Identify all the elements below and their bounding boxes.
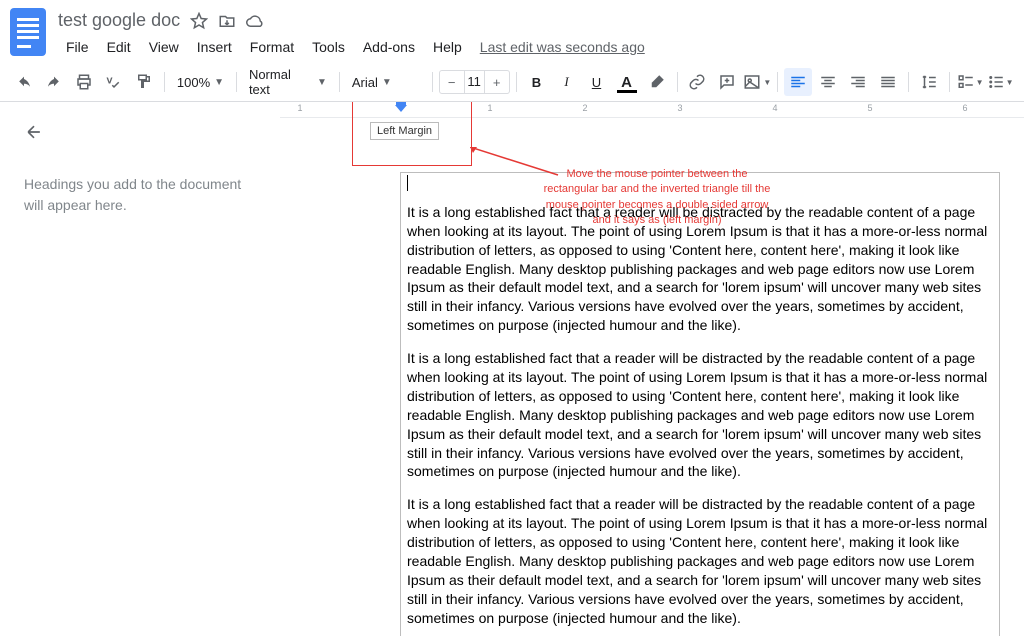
document-area: 1 1 2 3 4 5 6 Left Margin Move the mouse… bbox=[280, 102, 1024, 636]
move-icon[interactable] bbox=[218, 12, 236, 30]
align-right-button[interactable] bbox=[844, 68, 872, 96]
left-indent-marker[interactable] bbox=[395, 102, 407, 112]
separator bbox=[777, 72, 778, 92]
spellcheck-button[interactable] bbox=[100, 68, 128, 96]
styles-select[interactable]: Normal text▼ bbox=[243, 68, 333, 96]
redo-button[interactable] bbox=[40, 68, 68, 96]
ruler-label: 6 bbox=[962, 103, 967, 113]
ruler-label: 2 bbox=[582, 103, 587, 113]
font-select[interactable]: Arial▼ bbox=[346, 68, 426, 96]
italic-button[interactable]: I bbox=[553, 68, 581, 96]
menu-bar: File Edit View Insert Format Tools Add-o… bbox=[58, 35, 1014, 59]
ruler-label: 3 bbox=[677, 103, 682, 113]
last-edit-link[interactable]: Last edit was seconds ago bbox=[480, 39, 645, 55]
align-center-button[interactable] bbox=[814, 68, 842, 96]
separator bbox=[164, 72, 165, 92]
toolbar: 100%▼ Normal text▼ Arial▼ − 11 + B I U A… bbox=[0, 63, 1024, 102]
increase-font-button[interactable]: + bbox=[485, 71, 509, 93]
text-color-button[interactable]: A bbox=[613, 68, 641, 96]
outline-panel: Headings you add to the document will ap… bbox=[0, 102, 280, 636]
menu-tools[interactable]: Tools bbox=[304, 35, 353, 59]
cloud-icon[interactable] bbox=[246, 12, 264, 30]
ruler-tooltip: Left Margin bbox=[370, 122, 439, 140]
ruler-label: 5 bbox=[867, 103, 872, 113]
star-icon[interactable] bbox=[190, 12, 208, 30]
menu-edit[interactable]: Edit bbox=[99, 35, 139, 59]
text-cursor bbox=[407, 175, 408, 191]
docs-logo[interactable] bbox=[10, 8, 46, 56]
ruler-label: 4 bbox=[772, 103, 777, 113]
line-spacing-button[interactable] bbox=[915, 68, 943, 96]
separator bbox=[236, 72, 237, 92]
zoom-select[interactable]: 100%▼ bbox=[171, 68, 230, 96]
separator bbox=[908, 72, 909, 92]
outline-empty-message: Headings you add to the document will ap… bbox=[24, 174, 260, 216]
ruler-label: 1 bbox=[487, 103, 492, 113]
ruler-label: 1 bbox=[297, 103, 302, 113]
decrease-font-button[interactable]: − bbox=[440, 71, 464, 93]
paragraph: It is a long established fact that a rea… bbox=[407, 495, 993, 627]
separator bbox=[339, 72, 340, 92]
document-title[interactable]: test google doc bbox=[58, 10, 180, 31]
checklist-button[interactable]: ▼ bbox=[956, 68, 984, 96]
align-justify-button[interactable] bbox=[874, 68, 902, 96]
document-body[interactable]: It is a long established fact that a rea… bbox=[400, 172, 1000, 636]
separator bbox=[516, 72, 517, 92]
font-size-input[interactable]: 11 bbox=[464, 71, 485, 93]
menu-view[interactable]: View bbox=[141, 35, 187, 59]
insert-link-button[interactable] bbox=[683, 68, 711, 96]
highlight-button[interactable] bbox=[643, 68, 671, 96]
paragraph: It is a long established fact that a rea… bbox=[407, 349, 993, 481]
underline-button[interactable]: U bbox=[583, 68, 611, 96]
bold-button[interactable]: B bbox=[523, 68, 551, 96]
outline-back-button[interactable] bbox=[24, 122, 48, 146]
separator bbox=[949, 72, 950, 92]
insert-comment-button[interactable] bbox=[713, 68, 741, 96]
insert-image-button[interactable]: ▼ bbox=[743, 68, 771, 96]
menu-help[interactable]: Help bbox=[425, 35, 470, 59]
menu-format[interactable]: Format bbox=[242, 35, 302, 59]
undo-button[interactable] bbox=[10, 68, 38, 96]
annotation-text: Move the mouse pointer between the recta… bbox=[542, 167, 772, 229]
paint-format-button[interactable] bbox=[130, 68, 158, 96]
menu-addons[interactable]: Add-ons bbox=[355, 35, 423, 59]
menu-insert[interactable]: Insert bbox=[189, 35, 240, 59]
menu-file[interactable]: File bbox=[58, 35, 97, 59]
separator bbox=[677, 72, 678, 92]
align-left-button[interactable] bbox=[784, 68, 812, 96]
bulleted-list-button[interactable]: ▼ bbox=[986, 68, 1014, 96]
print-button[interactable] bbox=[70, 68, 98, 96]
separator bbox=[432, 72, 433, 92]
